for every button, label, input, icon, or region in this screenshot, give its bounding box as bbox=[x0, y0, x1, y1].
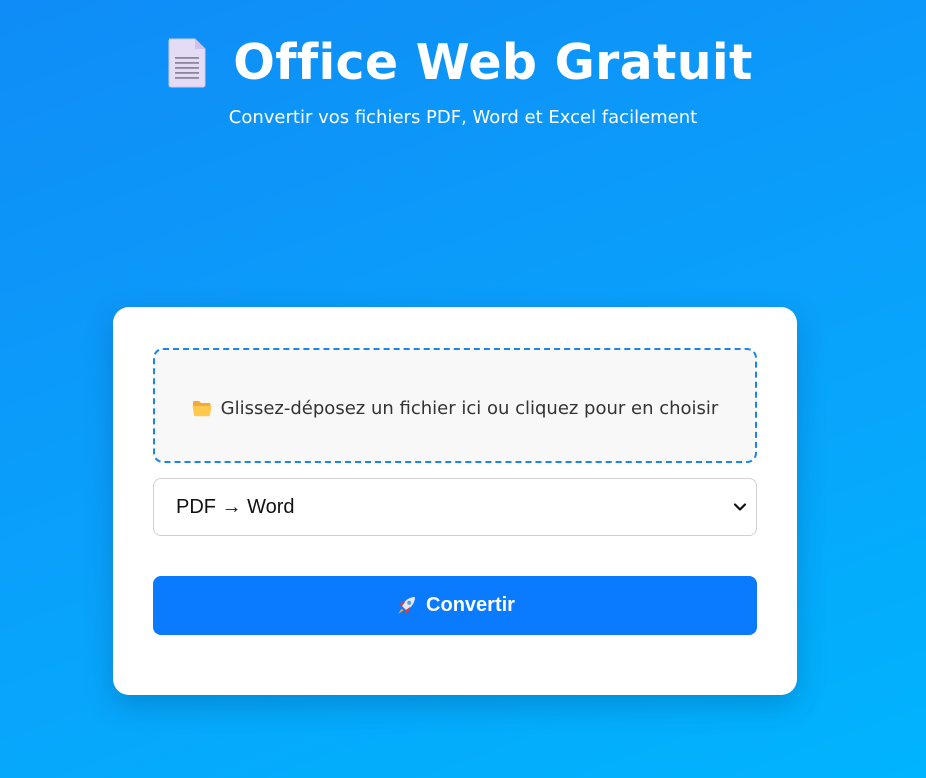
title-row: Office Web Gratuit bbox=[0, 30, 926, 96]
dropzone-prompt: Glissez-déposez un fichier ici ou clique… bbox=[220, 398, 719, 419]
conversion-type-select[interactable]: PDF → Word bbox=[153, 478, 757, 536]
convert-button[interactable]: Convertir bbox=[153, 576, 757, 635]
rocket-icon bbox=[398, 596, 416, 614]
document-icon bbox=[168, 38, 206, 88]
file-dropzone[interactable]: Glissez-déposez un fichier ici ou clique… bbox=[153, 348, 757, 463]
chevron-down-icon bbox=[734, 503, 746, 511]
conversion-type-value: PDF → Word bbox=[176, 495, 295, 518]
convert-button-label: Convertir bbox=[426, 594, 515, 616]
page-header: Office Web Gratuit Convertir vos fichier… bbox=[0, 30, 926, 130]
folder-icon bbox=[192, 401, 212, 417]
page-title: Office Web Gratuit bbox=[233, 34, 753, 91]
converter-card: Glissez-déposez un fichier ici ou clique… bbox=[113, 307, 797, 695]
page-subtitle: Convertir vos fichiers PDF, Word et Exce… bbox=[228, 107, 698, 128]
